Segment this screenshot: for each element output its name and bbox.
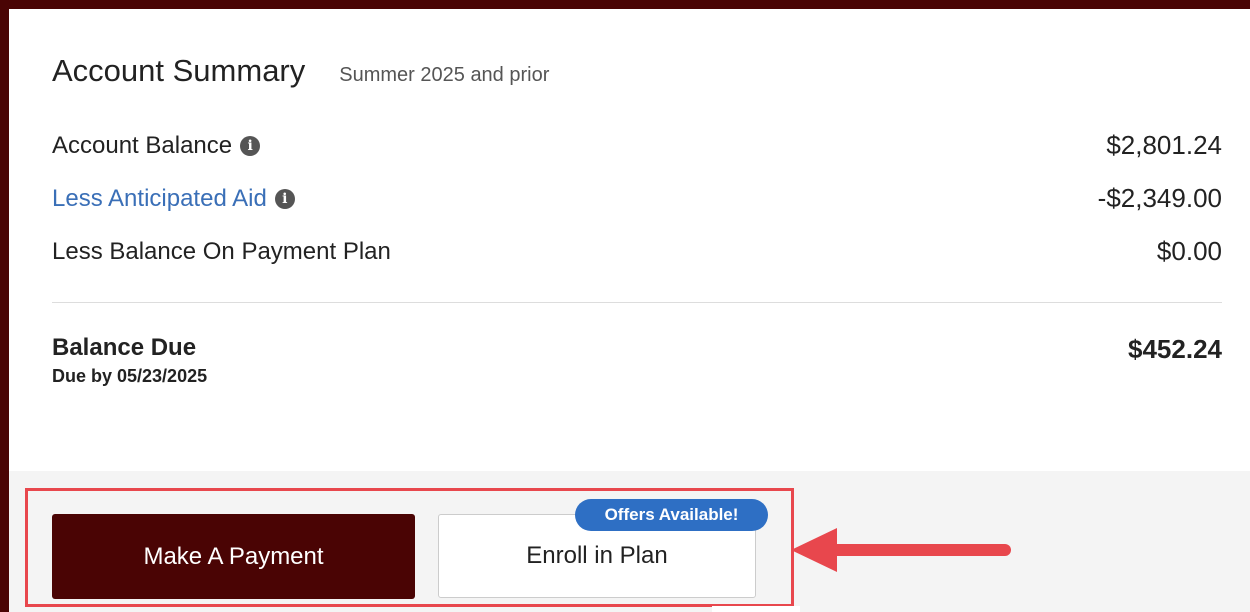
payment-plan-amount: $0.00 [1156,236,1222,266]
anticipated-aid-link[interactable]: Less Anticipated Aid [52,185,267,213]
make-payment-button[interactable]: Make A Payment [52,514,415,599]
anticipated-aid-row: Less Anticipated Aid i -$2,349.00 [52,183,1222,214]
anticipated-aid-amount: -$2,349.00 [1097,183,1222,213]
arrow-left-icon [791,528,1011,572]
anticipated-aid-label-group: Less Anticipated Aid i [52,185,295,213]
due-date: Due by 05/23/2025 [52,366,208,386]
payment-plan-row: Less Balance On Payment Plan $0.00 [52,236,1222,267]
payment-plan-label-group: Less Balance On Payment Plan [52,238,391,266]
account-balance-amount: $2,801.24 [1106,130,1222,160]
info-icon[interactable]: i [274,188,295,209]
balance-due-block: Balance Due Due by 05/23/2025 [52,334,207,387]
info-icon[interactable]: i [240,135,261,156]
account-balance-row: Account Balance i $2,801.24 [52,130,1222,161]
term-subtitle: Summer 2025 and prior [339,64,550,86]
summary-header: Account Summary Summer 2025 and prior [52,53,549,89]
account-balance-label: Account Balance [52,131,233,159]
balance-due-label: Balance Due [52,334,197,361]
page-title: Account Summary [52,53,306,88]
offers-available-badge: Offers Available! [575,499,768,531]
divider [52,302,1222,303]
payment-plan-label: Less Balance On Payment Plan [52,237,391,265]
page-edge-strip [712,606,800,612]
account-balance-label-group: Account Balance i [52,131,261,160]
balance-due-amount: $452.24 [1128,334,1222,364]
